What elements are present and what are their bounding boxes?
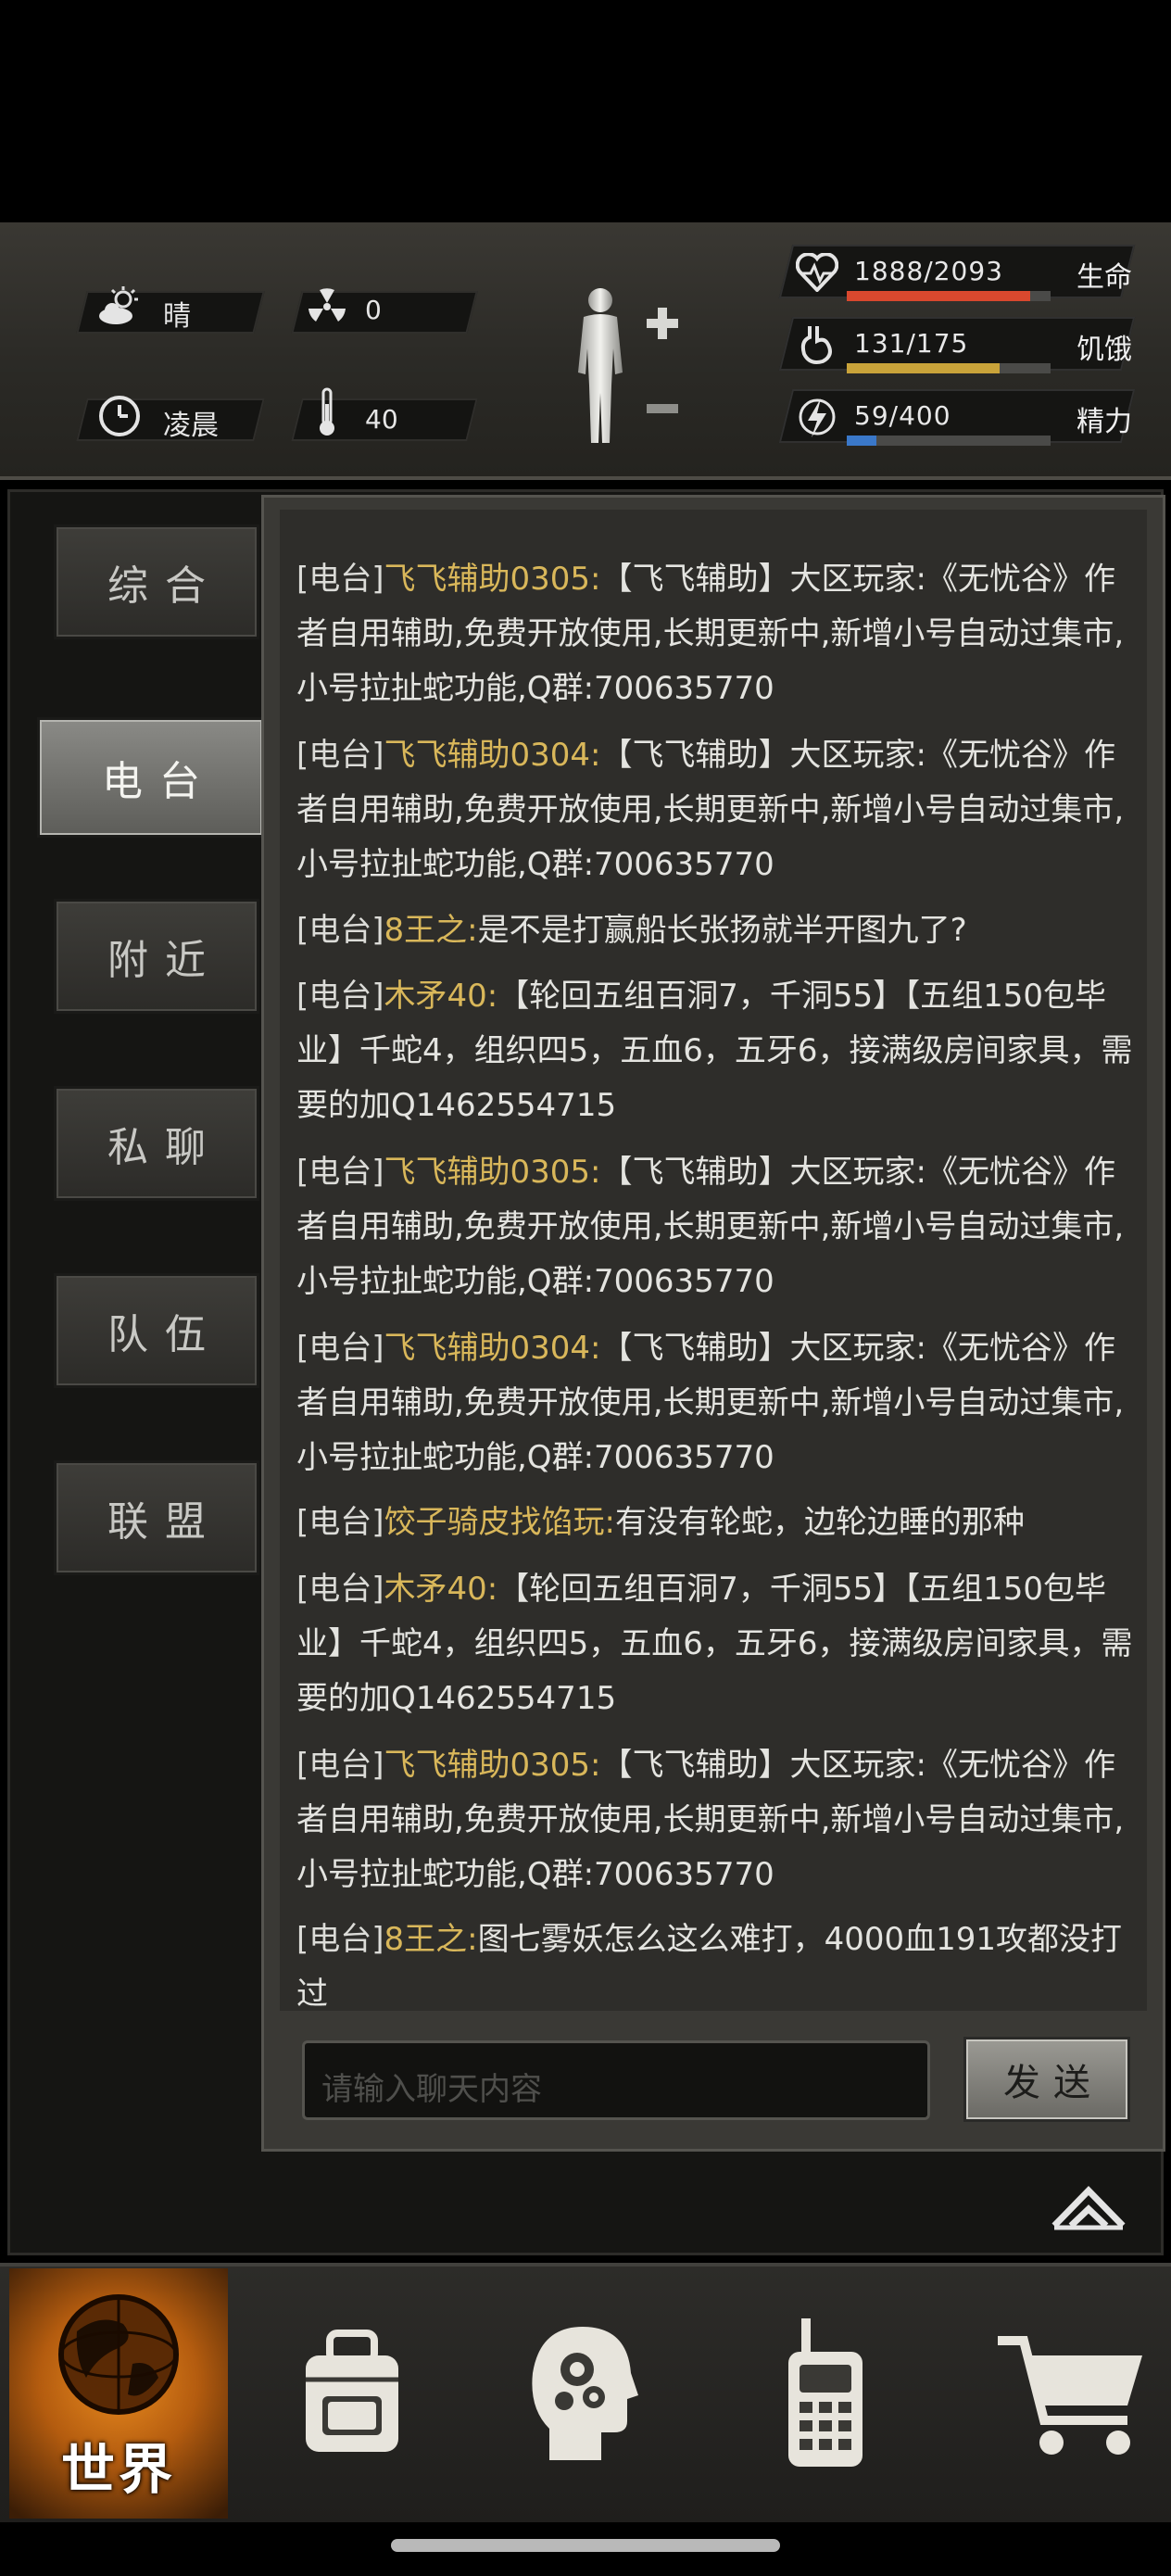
hunger-bar-fill [847,363,1000,373]
message-channel: [电台] [296,737,384,774]
message-channel: [电台] [296,1330,384,1367]
tab-alliance[interactable]: 联盟 [54,1460,259,1575]
thermometer-icon [304,387,350,436]
chat-message: [电台]8王之:是不是打赢船长张扬就半开图九了? [296,903,1136,958]
nav-world-label: 世界 [60,2438,176,2501]
message-channel: [电台] [296,1504,384,1541]
body-figure-icon[interactable] [561,284,682,450]
radiation-value: 0 [365,295,382,325]
health-bar-fill [847,291,1031,301]
message-sender[interactable]: 8王之: [384,1921,478,1958]
chat-message: [电台]飞飞辅助0304:【飞飞辅助】大区玩家:《无忧谷》作者自用辅助,免费开放… [296,728,1136,892]
chat-message: [电台]飞飞辅助0304:【飞飞辅助】大区玩家:《无忧谷》作者自用辅助,免费开放… [296,1321,1136,1485]
stomach-icon [793,321,841,369]
message-sender[interactable]: 飞飞辅助0305: [384,1747,601,1784]
nav-radio[interactable] [741,2268,908,2519]
message-sender[interactable]: 飞飞辅助0304: [384,737,601,774]
tab-general[interactable]: 综合 [54,524,259,639]
chat-message: [电台]飞飞辅助0305:【飞飞辅助】大区玩家:《无忧谷》作者自用辅助,免费开放… [296,1145,1136,1309]
temperature-value: 40 [365,404,398,435]
energy-value: 59/400 [854,400,951,431]
cloud-sun-icon [96,284,143,330]
message-sender[interactable]: 8王之: [384,912,478,949]
chat-message: [电台]8王之:图七雾妖怎么这么难打，4000血191攻都没打过 [296,1913,1136,2022]
nav-skills[interactable] [500,2268,667,2519]
message-channel: [电台] [296,1921,384,1958]
message-channel: [电台] [296,1571,384,1608]
radiation-icon [304,284,350,330]
weather-label: 晴 [163,300,191,333]
shopping-cart-icon [998,2336,1142,2455]
lightning-icon [793,393,841,441]
message-sender[interactable]: 飞飞辅助0305: [384,1154,601,1191]
message-sender[interactable]: 飞飞辅助0305: [384,561,601,598]
tab-nearby[interactable]: 附近 [54,899,259,1014]
nav-shop[interactable] [978,2268,1164,2519]
message-channel: [电台] [296,561,384,598]
head-gears-icon [532,2327,638,2460]
energy-bar [847,436,1051,446]
energy-label: 精力 [1077,406,1132,438]
energy-bar-fill [847,436,877,446]
tab-radio[interactable]: 电台 [37,717,265,838]
message-channel: [电台] [296,1747,384,1784]
hunger-bar [847,363,1051,373]
chat-message: [电台]木矛40:【轮回五组百洞7，千洞55】【五组150包毕业】千蛇4，组织四… [296,1562,1136,1726]
chat-message: [电台]木矛40:【轮回五组百洞7，千洞55】【五组150包毕业】千蛇4，组织四… [296,969,1136,1133]
hunger-label: 饥饿 [1077,334,1132,366]
backpack-icon [306,2330,398,2452]
collapse-chevron-up-icon[interactable] [1047,2178,1130,2233]
message-sender[interactable]: 木矛40: [384,1571,498,1608]
heart-icon [793,248,841,297]
walkie-talkie-icon [788,2318,863,2467]
time-of-day-label: 凌晨 [163,410,219,442]
home-indicator[interactable] [391,2539,780,2552]
send-button[interactable]: 发送 [963,2037,1130,2122]
message-sender[interactable]: 木矛40: [384,978,498,1015]
chat-message: [电台]飞飞辅助0305:【飞飞辅助】大区玩家:《无忧谷》作者自用辅助,免费开放… [296,1738,1136,1902]
tab-team[interactable]: 队伍 [54,1273,259,1388]
message-channel: [电台] [296,1154,384,1191]
health-label: 生命 [1077,261,1132,294]
message-text: 是不是打赢船长张扬就半开图九了? [477,912,967,949]
message-channel: [电台] [296,912,384,949]
message-channel: [电台] [296,978,384,1015]
chat-input[interactable]: 请输入聊天内容 [302,2040,930,2120]
globe-icon [58,2294,179,2415]
health-value: 1888/2093 [854,256,1003,286]
clock-icon [96,393,143,439]
nav-world[interactable]: 世界 [9,2268,228,2519]
tab-private[interactable]: 私聊 [54,1086,259,1201]
message-text: 有没有轮蛇，边轮边睡的那种 [615,1504,1025,1541]
hunger-value: 131/175 [854,328,969,359]
nav-inventory[interactable] [269,2268,435,2519]
chat-message: [电台]飞飞辅助0305:【飞飞辅助】大区玩家:《无忧谷》作者自用辅助,免费开放… [296,552,1136,716]
message-sender[interactable]: 飞飞辅助0304: [384,1330,601,1367]
chat-message: [电台]饺子骑皮找馅玩:有没有轮蛇，边轮边睡的那种 [296,1496,1136,1550]
message-sender[interactable]: 饺子骑皮找馅玩: [384,1504,615,1541]
health-bar [847,291,1051,301]
